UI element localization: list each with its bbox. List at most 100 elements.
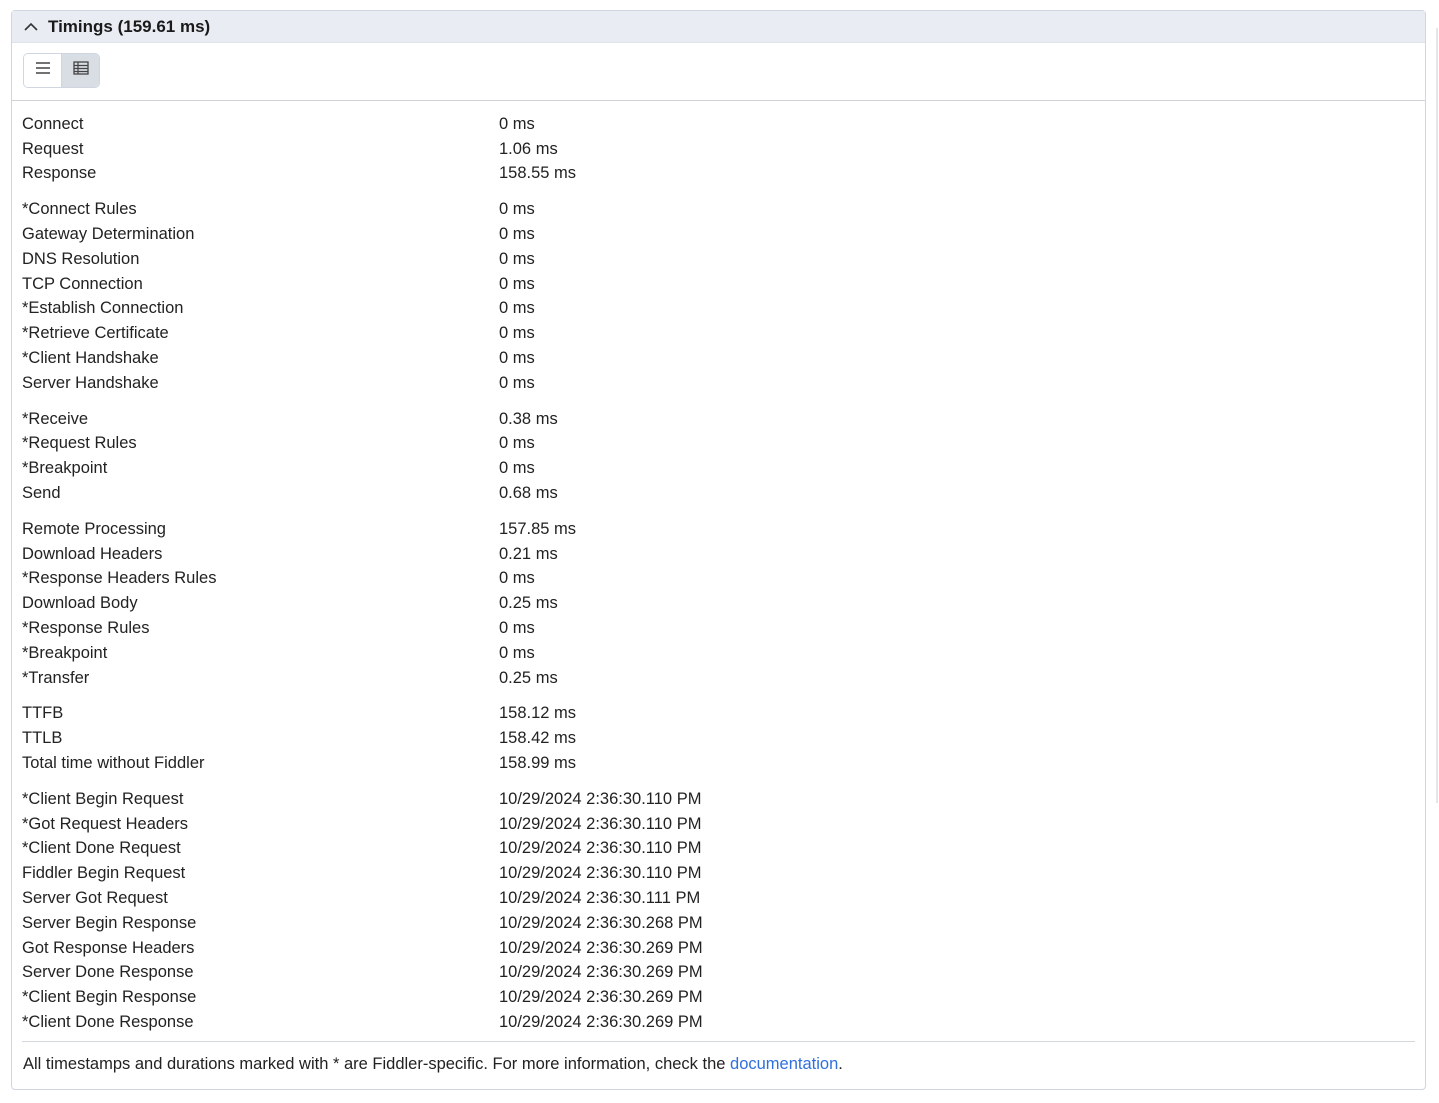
timing-row: *Breakpoint 0 ms xyxy=(22,456,1415,481)
list-view-button[interactable] xyxy=(24,54,61,87)
timing-row: *Retrieve Certificate 0 ms xyxy=(22,321,1415,346)
timing-row: Send 0.68 ms xyxy=(22,481,1415,506)
timing-label: Response xyxy=(22,164,97,183)
footer-text-end: . xyxy=(838,1055,843,1073)
timing-label: Server Got Request xyxy=(22,889,168,907)
panel-header[interactable]: Timings (159.61 ms) xyxy=(12,11,1425,43)
timing-value: 10/29/2024 2:36:30.110 PM xyxy=(499,814,702,833)
timing-label: Total time without Fiddler xyxy=(22,754,205,773)
timing-value: 0.25 ms xyxy=(499,594,558,613)
documentation-link[interactable]: documentation xyxy=(730,1055,838,1073)
timings-panel: Timings (159.61 ms) Connect 0 ms Request… xyxy=(11,10,1426,1090)
timing-label: *Connect Rules xyxy=(22,200,137,219)
timing-value: 0 ms xyxy=(499,373,535,392)
timing-value: 0.68 ms xyxy=(499,484,558,503)
timing-value: 0 ms xyxy=(499,569,535,588)
timing-value: 10/29/2024 2:36:30.269 PM xyxy=(499,938,703,957)
timing-row: TCP Connection 0 ms xyxy=(22,272,1415,297)
timing-row: *Client Handshake 0 ms xyxy=(22,346,1415,371)
timing-label: Download Body xyxy=(22,594,138,613)
timing-row: *Receive 0.38 ms xyxy=(22,407,1415,432)
timing-value: 10/29/2024 2:36:30.110 PM xyxy=(499,789,702,808)
timing-label: *Transfer xyxy=(22,668,90,687)
timing-row: *Got Request Headers 10/29/2024 2:36:30.1… xyxy=(22,812,1415,837)
timing-row: Remote Processing 157.85 ms xyxy=(22,517,1415,542)
footer-text: All timestamps and durations marked with… xyxy=(23,1055,731,1073)
timing-row: Server Begin Response 10/29/2024 2:36:30.… xyxy=(22,911,1415,936)
scrollbar-track[interactable] xyxy=(1436,28,1438,803)
timing-row: *Connect Rules 0 ms xyxy=(22,197,1415,222)
timing-value: 0.38 ms xyxy=(499,409,558,428)
timing-value: 0 ms xyxy=(499,643,535,662)
timing-row: Fiddler Begin Request 10/29/2024 2:36:30.… xyxy=(22,861,1415,886)
timing-value: 0 ms xyxy=(499,200,535,219)
timing-value: 10/29/2024 2:36:30.110 PM xyxy=(499,864,702,883)
timing-value: 0 ms xyxy=(499,225,535,244)
timing-row: Gateway Determination 0 ms xyxy=(22,222,1415,247)
footer-divider xyxy=(22,1041,1415,1042)
timing-value: 158.55 ms xyxy=(499,164,577,183)
timing-value: 0 ms xyxy=(499,619,535,638)
timing-value: 1.06 ms xyxy=(499,139,558,158)
timing-value: 10/29/2024 2:36:30.269 PM xyxy=(499,988,703,1007)
timing-row: DNS Resolution 0 ms xyxy=(22,247,1415,272)
timing-label: Connect xyxy=(22,114,84,133)
timing-value: 0.25 ms xyxy=(499,668,558,687)
timing-label: *Client Done Request xyxy=(22,839,181,858)
timing-label: *Client Handshake xyxy=(22,349,159,368)
timing-label: *Breakpoint xyxy=(22,459,108,478)
timing-label: *Response Rules xyxy=(22,619,150,638)
timing-label: *Breakpoint xyxy=(22,643,108,662)
timing-row: *Response Headers Rules 0 ms xyxy=(22,567,1415,592)
timing-label: Got Response Headers xyxy=(22,938,195,957)
timing-value: 0 ms xyxy=(499,324,535,343)
timing-label: *Client Begin Response xyxy=(22,988,197,1007)
timing-value: 0 ms xyxy=(499,434,535,453)
timing-row: Server Handshake 0 ms xyxy=(22,371,1415,396)
timing-label: *Establish Connection xyxy=(22,299,184,318)
timing-label: *Got Request Headers xyxy=(22,814,189,833)
timing-label: *Client Begin Request xyxy=(22,789,184,808)
timing-row: TTLB 158.42 ms xyxy=(22,726,1415,751)
timing-row: *Client Done Request 10/29/2024 2:36:30.1… xyxy=(22,837,1415,862)
timing-group: TTFB 158.12 ms TTLB 158.42 ms Total time wit… xyxy=(22,702,1415,776)
timing-group: Connect 0 ms Request 1.06 ms Response 158.55 … xyxy=(22,112,1415,186)
timing-label: *Retrieve Certificate xyxy=(22,324,169,343)
timing-row: *Client Done Response 10/29/2024 2:36:30.… xyxy=(22,1010,1415,1035)
timing-label: Download Headers xyxy=(22,544,163,563)
table-view-button[interactable] xyxy=(61,54,99,87)
timing-label: TCP Connection xyxy=(22,274,143,293)
timing-value: 158.12 ms xyxy=(499,704,577,723)
view-toggle xyxy=(23,53,100,88)
timing-label: Server Handshake xyxy=(22,373,159,392)
timing-row: Response 158.55 ms xyxy=(22,162,1415,187)
timing-label: *Response Headers Rules xyxy=(22,569,217,588)
timing-value: 0 ms xyxy=(499,349,535,368)
footer-note: All timestamps and durations marked with… xyxy=(23,1055,843,1074)
timing-value: 10/29/2024 2:36:30.110 PM xyxy=(499,839,702,858)
timing-group: *Connect Rules 0 ms Gateway Determination 0… xyxy=(22,197,1415,395)
timing-value: 0 ms xyxy=(499,114,535,133)
timing-label: Server Done Response xyxy=(22,963,194,982)
timing-row: *Transfer 0.25 ms xyxy=(22,666,1415,691)
timing-row: Request 1.06 ms xyxy=(22,137,1415,162)
timing-row: *Breakpoint 0 ms xyxy=(22,641,1415,666)
timing-group: Remote Processing 157.85 ms Download Heade… xyxy=(22,517,1415,691)
timing-label: Remote Processing xyxy=(22,519,166,538)
timing-row: Server Got Request 10/29/2024 2:36:30.111… xyxy=(22,886,1415,911)
chevron-up-icon[interactable] xyxy=(22,18,40,36)
timing-value: 0 ms xyxy=(499,274,535,293)
timing-row: *Client Begin Response 10/29/2024 2:36:30… xyxy=(22,985,1415,1010)
timing-value: 0 ms xyxy=(499,459,535,478)
timing-row: *Establish Connection 0 ms xyxy=(22,297,1415,322)
timing-row: Total time without Fiddler 158.99 ms xyxy=(22,751,1415,776)
timing-value: 158.99 ms xyxy=(499,754,577,773)
timing-row: Download Headers 0.21 ms xyxy=(22,542,1415,567)
timing-group: *Receive 0.38 ms *Request Rules 0 ms *Breakp… xyxy=(22,407,1415,506)
timing-label: Fiddler Begin Request xyxy=(22,864,186,883)
list-icon xyxy=(35,61,51,80)
timing-group: *Client Begin Request 10/29/2024 2:36:30.… xyxy=(22,787,1415,1035)
timing-row: *Client Begin Request 10/29/2024 2:36:30.… xyxy=(22,787,1415,812)
timing-label: DNS Resolution xyxy=(22,249,140,268)
timing-label: TTLB xyxy=(22,729,63,748)
